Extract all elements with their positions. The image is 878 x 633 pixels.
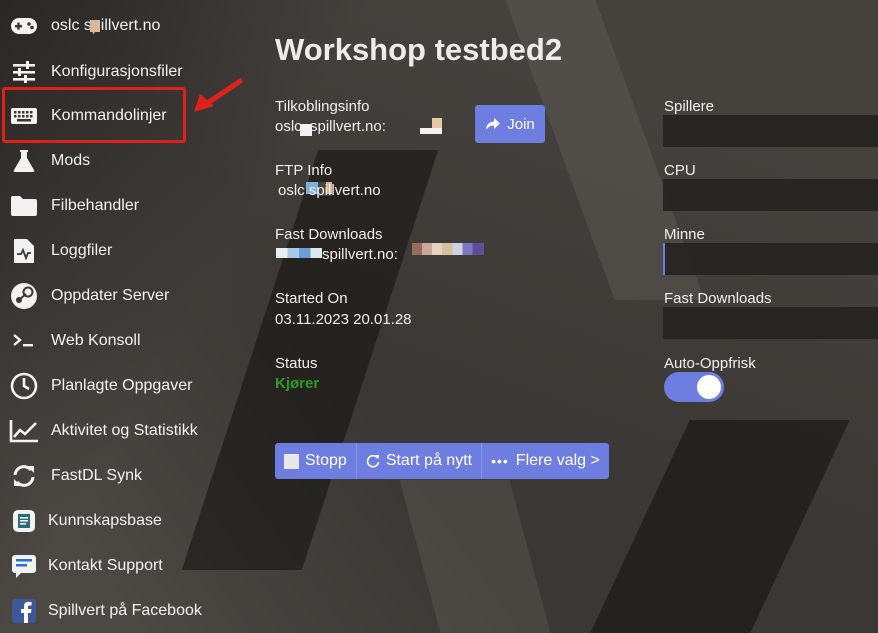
players-label: Spillere <box>664 98 715 115</box>
share-arrow-icon <box>486 118 501 130</box>
restart-button-label: Start på nytt <box>385 452 473 469</box>
sidebar-item-contact-support[interactable]: Kontakt Support <box>8 546 238 586</box>
sidebar-item-label: Mods <box>51 152 91 169</box>
more-icon: ••• <box>491 453 509 469</box>
sliders-icon <box>8 56 40 88</box>
sidebar-item-facebook[interactable]: Spillvert på Facebook <box>8 591 238 631</box>
restart-icon <box>366 454 380 468</box>
highlight-box <box>2 87 186 143</box>
chart-line-icon <box>8 415 40 447</box>
sidebar-item-label: FastDL Synk <box>51 467 142 484</box>
flask-icon <box>8 145 40 177</box>
status-label: Status <box>275 355 318 372</box>
log-file-icon <box>8 235 40 267</box>
sidebar-item-label: Kunnskapsbase <box>48 512 162 529</box>
redaction-block <box>412 243 484 255</box>
page-title: Workshop testbed2 <box>275 32 563 67</box>
sidebar-item-label: Spillvert på Facebook <box>48 602 202 619</box>
connection-info-label: Tilkoblingsinfo <box>275 98 370 115</box>
cpu-label: CPU <box>664 162 696 179</box>
sidebar-item-label: Web Konsoll <box>51 332 141 349</box>
sidebar-item-mods[interactable]: Mods <box>8 141 238 181</box>
fast-downloads-value: spillvert.no: <box>322 246 398 263</box>
sidebar-item-label: oslc spillvert.no <box>51 17 161 34</box>
started-on-label: Started On <box>275 290 348 307</box>
sidebar-item-server[interactable]: oslc spillvert.no <box>8 6 238 46</box>
facebook-icon <box>8 595 40 627</box>
folder-icon <box>8 190 40 222</box>
auto-refresh-toggle[interactable] <box>664 372 724 402</box>
join-button-label: Join <box>507 115 535 133</box>
redaction-block <box>420 128 442 134</box>
memory-panel <box>663 243 878 275</box>
sidebar-item-label: Konfigurasjonsfiler <box>51 63 183 80</box>
sidebar-item-file-manager[interactable]: Filbehandler <box>8 186 238 226</box>
status-badge: Kjører <box>275 375 320 392</box>
terminal-icon <box>8 325 40 357</box>
sidebar-item-label: Aktivitet og Statistikk <box>51 422 198 439</box>
redaction-block <box>276 248 322 258</box>
more-options-button[interactable]: ••• Flere valg > <box>482 443 609 479</box>
sidebar: oslc spillvert.no Konfigurasjonsfiler Ko… <box>0 0 244 633</box>
sidebar-item-log-files[interactable]: Loggfiler <box>8 231 238 271</box>
sidebar-item-knowledge-base[interactable]: Kunnskapsbase <box>8 501 238 541</box>
connection-info-value: oslc .spillvert.no: <box>275 118 386 135</box>
steam-icon <box>8 280 40 312</box>
ftp-info-value: oslc spillvert.no <box>278 182 381 199</box>
toggle-knob <box>697 375 721 399</box>
annotation-arrow-icon <box>194 77 244 112</box>
clock-icon <box>8 370 40 402</box>
server-actions: Stopp Start på nytt ••• Flere valg > <box>275 443 609 479</box>
fast-downloads-label: Fast Downloads <box>275 226 383 243</box>
sidebar-item-update-server[interactable]: Oppdater Server <box>8 276 238 316</box>
sidebar-item-label: Loggfiler <box>51 242 113 259</box>
join-button[interactable]: Join <box>475 105 545 143</box>
ftp-info-label: FTP Info <box>275 162 333 179</box>
sidebar-item-label: Kontakt Support <box>48 557 163 574</box>
sidebar-item-label: Planlagte Oppgaver <box>51 377 193 394</box>
redaction-block <box>90 20 100 32</box>
restart-button[interactable]: Start på nytt <box>357 443 483 479</box>
stop-icon <box>284 453 299 469</box>
memory-label: Minne <box>664 226 705 243</box>
sidebar-item-web-console[interactable]: Web Konsoll <box>8 321 238 361</box>
cpu-panel <box>663 179 878 211</box>
sidebar-item-label: Filbehandler <box>51 197 140 214</box>
sync-icon <box>8 460 40 492</box>
chat-icon <box>8 550 40 582</box>
started-on-value: 03.11.2023 20.01.28 <box>275 311 412 328</box>
stop-button-label: Stopp <box>305 452 347 469</box>
sidebar-item-fastdl-sync[interactable]: FastDL Synk <box>8 456 238 496</box>
players-panel <box>663 115 878 147</box>
fast-downloads-stat-label: Fast Downloads <box>664 290 772 307</box>
sidebar-item-label: Oppdater Server <box>51 287 170 304</box>
book-icon <box>8 505 40 537</box>
sidebar-item-activity-stats[interactable]: Aktivitet og Statistikk <box>8 411 238 451</box>
sidebar-item-scheduled-tasks[interactable]: Planlagte Oppgaver <box>8 366 238 406</box>
more-options-label: Flere valg > <box>515 452 600 469</box>
auto-refresh-label: Auto-Oppfrisk <box>664 355 756 372</box>
stop-button[interactable]: Stopp <box>275 443 357 479</box>
fast-downloads-panel <box>663 307 878 339</box>
gamepad-icon <box>8 10 40 42</box>
